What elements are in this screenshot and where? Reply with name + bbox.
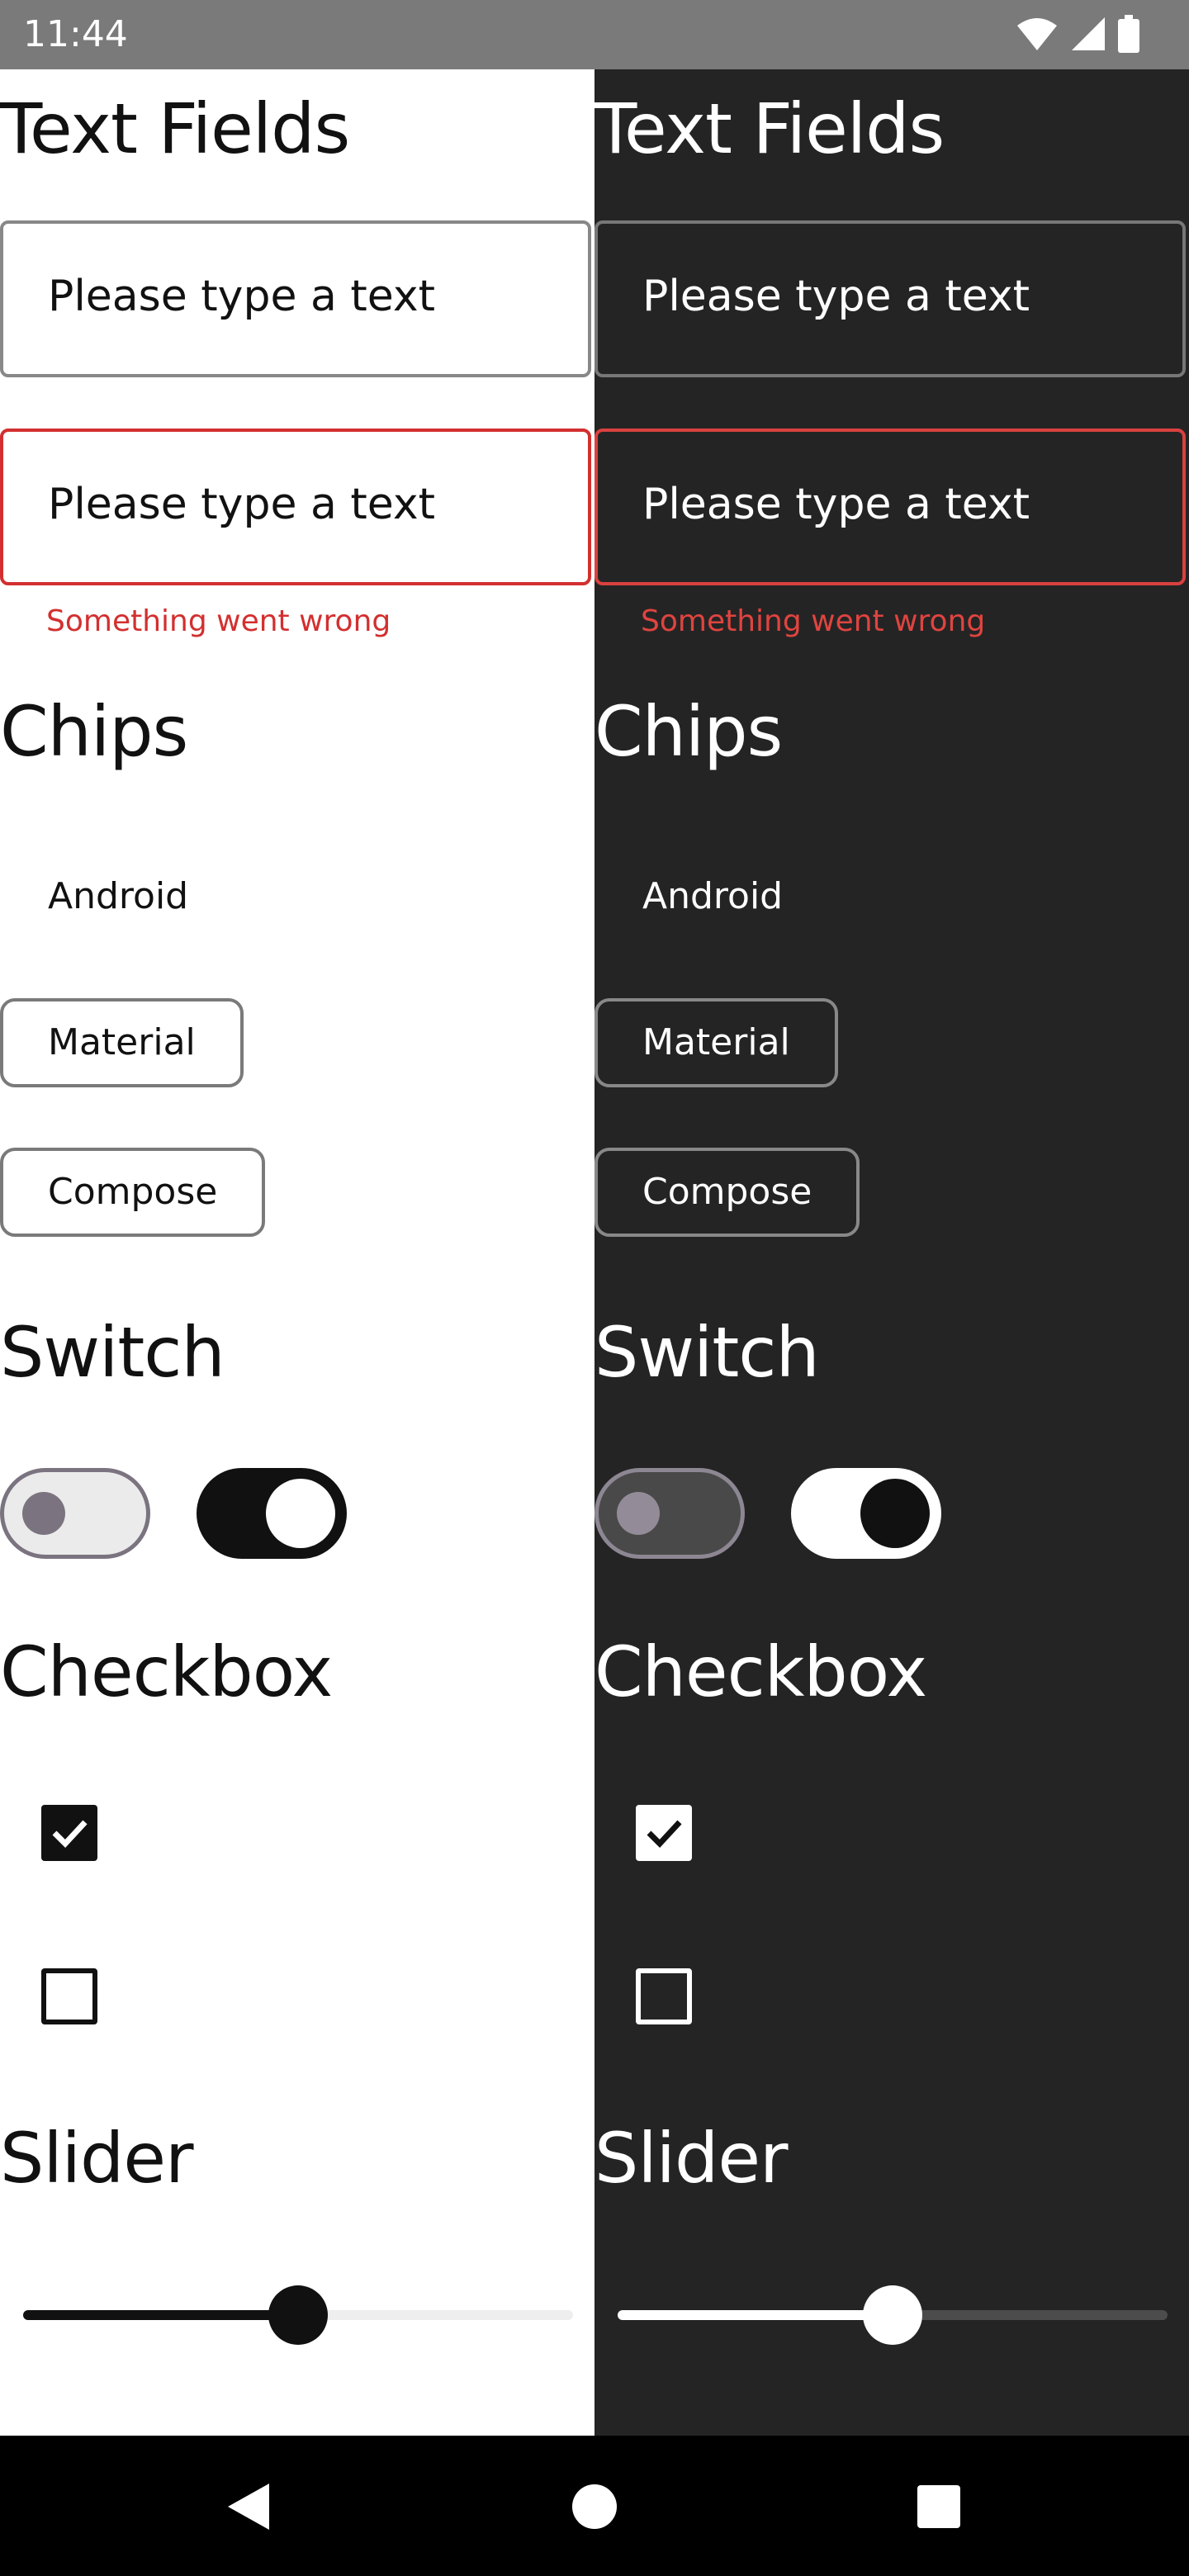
dark-theme-panel: Text Fields Please type a text Please ty…	[594, 69, 1189, 2436]
text-field-value: Please type a text	[48, 272, 435, 321]
text-field-error[interactable]: Please type a text	[0, 429, 591, 585]
checkbox-checked[interactable]	[636, 1805, 692, 1861]
text-field-value: Please type a text	[48, 480, 435, 529]
chip-material[interactable]: Material	[594, 998, 838, 1087]
switch-off[interactable]	[0, 1468, 150, 1559]
slider[interactable]	[618, 2282, 1168, 2348]
status-time: 11:44	[23, 13, 128, 55]
checkbox-checked[interactable]	[41, 1805, 97, 1861]
switch-on[interactable]	[791, 1468, 941, 1559]
check-icon	[647, 1820, 682, 1849]
text-field[interactable]: Please type a text	[0, 220, 591, 377]
slider-thumb[interactable]	[268, 2285, 328, 2345]
text-fields-title: Text Fields	[0, 88, 350, 169]
switch-thumb	[860, 1479, 930, 1548]
chip-android[interactable]: Android	[0, 852, 236, 941]
wifi-icon	[1017, 18, 1057, 50]
switch-on[interactable]	[197, 1468, 347, 1559]
error-message: Something went wrong	[641, 604, 986, 638]
text-fields-title: Text Fields	[594, 88, 945, 169]
status-bar: 11:44	[0, 0, 1189, 69]
text-field[interactable]: Please type a text	[594, 220, 1186, 377]
checkbox-title: Checkbox	[594, 1631, 927, 1712]
text-field-value: Please type a text	[642, 480, 1030, 529]
switch-title: Switch	[594, 1312, 820, 1393]
chips-title: Chips	[0, 691, 188, 772]
chip-material[interactable]: Material	[0, 998, 244, 1087]
status-icons	[1016, 15, 1139, 53]
slider-title: Slider	[0, 2118, 194, 2199]
home-icon[interactable]	[566, 2479, 623, 2535]
switch-off[interactable]	[594, 1468, 745, 1559]
checkbox-title: Checkbox	[0, 1631, 333, 1712]
chip-compose[interactable]: Compose	[0, 1148, 266, 1237]
chips-title: Chips	[594, 691, 783, 772]
slider-fill	[618, 2310, 893, 2320]
light-theme-panel: Text Fields Please type a text Please ty…	[0, 69, 594, 2436]
chip-android[interactable]: Android	[594, 852, 831, 941]
navigation-bar	[0, 2436, 1189, 2576]
checkbox-unchecked[interactable]	[41, 1968, 97, 2024]
switch-thumb	[617, 1492, 660, 1535]
slider[interactable]	[23, 2282, 573, 2348]
back-icon[interactable]	[221, 2479, 277, 2535]
chip-compose[interactable]: Compose	[594, 1148, 860, 1237]
checkbox-unchecked[interactable]	[636, 1968, 692, 2024]
recents-icon[interactable]	[911, 2479, 967, 2535]
battery-icon	[1118, 15, 1139, 53]
check-icon	[52, 1820, 88, 1849]
switch-thumb	[266, 1479, 335, 1548]
slider-thumb[interactable]	[863, 2285, 922, 2345]
text-field-value: Please type a text	[642, 272, 1030, 321]
switch-thumb	[22, 1492, 65, 1535]
switch-title: Switch	[0, 1312, 225, 1393]
text-field-error[interactable]: Please type a text	[594, 429, 1186, 585]
error-message: Something went wrong	[46, 604, 391, 638]
cell-signal-icon	[1072, 17, 1105, 50]
slider-fill	[23, 2310, 298, 2320]
slider-title: Slider	[594, 2118, 789, 2199]
